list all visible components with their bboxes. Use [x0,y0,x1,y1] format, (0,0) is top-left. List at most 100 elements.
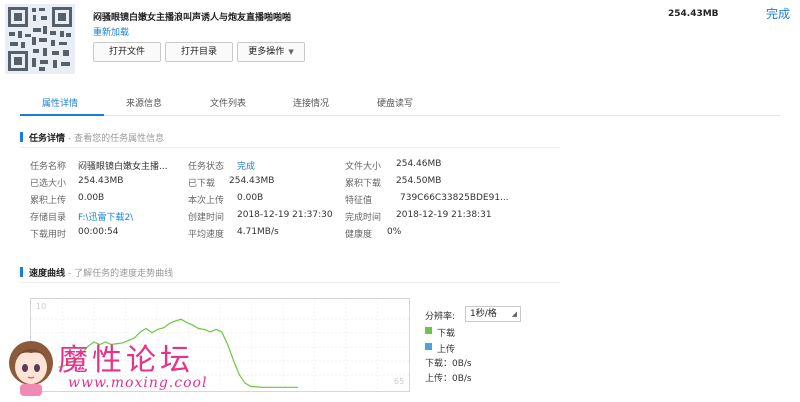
download-speed-point [186,322,188,324]
download-speed-point [163,327,165,329]
anime-girl-icon [9,341,53,396]
file-size-detail: 254.46MB [396,159,442,169]
property-label: 已下载 [188,179,216,189]
download-speed-point [197,327,200,330]
property-row: 任务名称 闷骚眼镜白嫩女主播... 任务状态 完成 文件大小 254.46MB [30,159,570,172]
resolution-select[interactable]: 1秒/格 ◢ [465,306,521,322]
legend-upload-label: 上传 [437,345,456,355]
download-speed-point [250,385,252,388]
done-status-link[interactable]: 完成 [766,5,790,22]
task-header: 闷骚眼镜白嫩女主播浪叫声诱人与炮友直播啪啪啪 重新加载 打开文件 打开目录 更多… [0,0,800,90]
active-tab-indicator [20,114,104,116]
property-label: 平均速度 [188,230,225,240]
watermark-url: www.moxing.cool [68,375,208,391]
created-time-value: 2018-12-19 21:37:30 [237,210,333,220]
property-row: 已选大小 254.43MB 已下载 254.43MB 累积下载 254.50MB [30,176,570,189]
task-details-subtitle: - 查看您的任务属性信息 [68,134,165,144]
property-label: 累积下载 [345,179,382,189]
hash-value: 739C66C33825BDE91... [400,193,509,203]
property-label: 累积上传 [30,196,67,206]
download-speed-point [180,318,182,320]
chart-y-max-label: 10 [36,302,47,311]
tab-bar: 属性详情 来源信息 文件列表 连接情况 硬盘读写 [20,90,780,116]
speed-curve-subtitle: - 了解任务的速度走势曲线 [68,269,174,279]
health-value: 0% [387,227,402,237]
download-speed-point [279,386,281,388]
more-actions-button[interactable]: 更多操作 ▼ [237,42,305,62]
property-label: 文件大小 [345,162,382,172]
download-speed-point [256,386,258,388]
speed-curve-heading: 速度曲线 - 了解任务的速度走势曲线 [20,266,173,279]
completed-time-value: 2018-12-19 21:38:31 [396,210,492,220]
chart-x-end-label: 65 [394,377,405,386]
download-speed-point [267,386,269,388]
download-speed-point [192,324,194,326]
total-uploaded-value: 0.00B [78,193,105,203]
resolution-label: 分辨率: [425,312,456,322]
property-label: 健康度 [345,230,373,240]
property-label: 特征值 [345,196,373,206]
download-speed-point [238,374,240,376]
session-uploaded-value: 0.00B [237,193,264,203]
watermark-title: 魔性论坛 [58,343,194,378]
tab-properties[interactable]: 属性详情 [42,96,78,109]
total-downloaded-value: 254.50MB [396,176,442,186]
download-speed-point [232,359,235,362]
property-row: 累积上传 0.00B 本次上传 0.00B 特征值 739C66C33825BD… [30,193,570,206]
section-divider [20,147,560,148]
section-divider [20,282,560,283]
download-speed-point [157,328,159,330]
qr-code-icon [5,4,75,74]
reload-link[interactable]: 重新加载 [93,25,129,38]
property-row: 下载用时 00:00:54 平均速度 4.71MB/s 健康度 0% [30,227,570,240]
property-label: 已选大小 [30,179,67,189]
download-speed-point [261,386,264,388]
open-directory-button[interactable]: 打开目录 [165,42,233,62]
download-speed-point [215,328,217,330]
property-label: 下载用时 [30,230,67,240]
property-label: 任务状态 [188,162,225,172]
property-label: 创建时间 [188,213,225,223]
chevron-down-icon: ▼ [288,48,294,56]
tab-disk-io[interactable]: 硬盘读写 [377,96,413,109]
download-speed-point [168,322,171,325]
download-color-swatch [425,327,432,334]
current-download-speed: 下载：0B/s [425,359,472,369]
download-speed-point [291,386,293,388]
forum-watermark: 魔性论坛 www.moxing.cool [2,333,232,399]
download-speed-point [285,386,287,388]
average-speed-value: 4.71MB/s [237,227,279,237]
open-file-button[interactable]: 打开文件 [93,42,161,62]
property-label: 本次上传 [188,196,225,206]
more-actions-label: 更多操作 [248,47,285,57]
property-label: 存储目录 [30,213,67,223]
resolution-value: 1秒/格 [470,309,497,319]
property-label: 完成时间 [345,213,382,223]
downloaded-value: 254.43MB [229,176,275,186]
upload-color-swatch [425,343,432,350]
property-label: 任务名称 [30,162,67,172]
task-status-value: 完成 [237,162,256,172]
legend-download-label: 下载 [437,329,456,339]
task-details-heading: 任务详情 - 查看您的任务属性信息 [20,131,164,144]
task-name-title: 闷骚眼镜白嫩女主播浪叫声诱人与炮友直播啪啪啪 [93,13,292,23]
task-details-title: 任务详情 [29,134,66,144]
download-speed-point [145,327,147,330]
tab-source-info[interactable]: 来源信息 [126,96,162,109]
speed-curve-title: 速度曲线 [29,269,66,279]
download-speed-point [296,386,299,388]
tab-connections[interactable]: 连接情况 [293,96,329,109]
download-speed-point [244,382,246,384]
file-size-value: 254.43MB [668,9,719,19]
property-row: 存储目录 F:\迅雷下载2\ 创建时间 2018-12-19 21:37:30 … [30,210,570,223]
chevron-down-icon: ◢ [511,310,517,318]
download-duration-value: 00:00:54 [78,227,119,237]
download-speed-point [203,328,205,330]
download-speed-point [273,386,275,388]
selected-size-value: 254.43MB [78,176,124,186]
current-upload-speed: 上传：0B/s [425,374,472,384]
download-speed-point [174,320,176,322]
task-name-value: 闷骚眼镜白嫩女主播... [78,162,168,172]
tab-file-list[interactable]: 文件列表 [210,96,246,109]
storage-directory-link[interactable]: F:\迅雷下载2\ [78,210,133,223]
